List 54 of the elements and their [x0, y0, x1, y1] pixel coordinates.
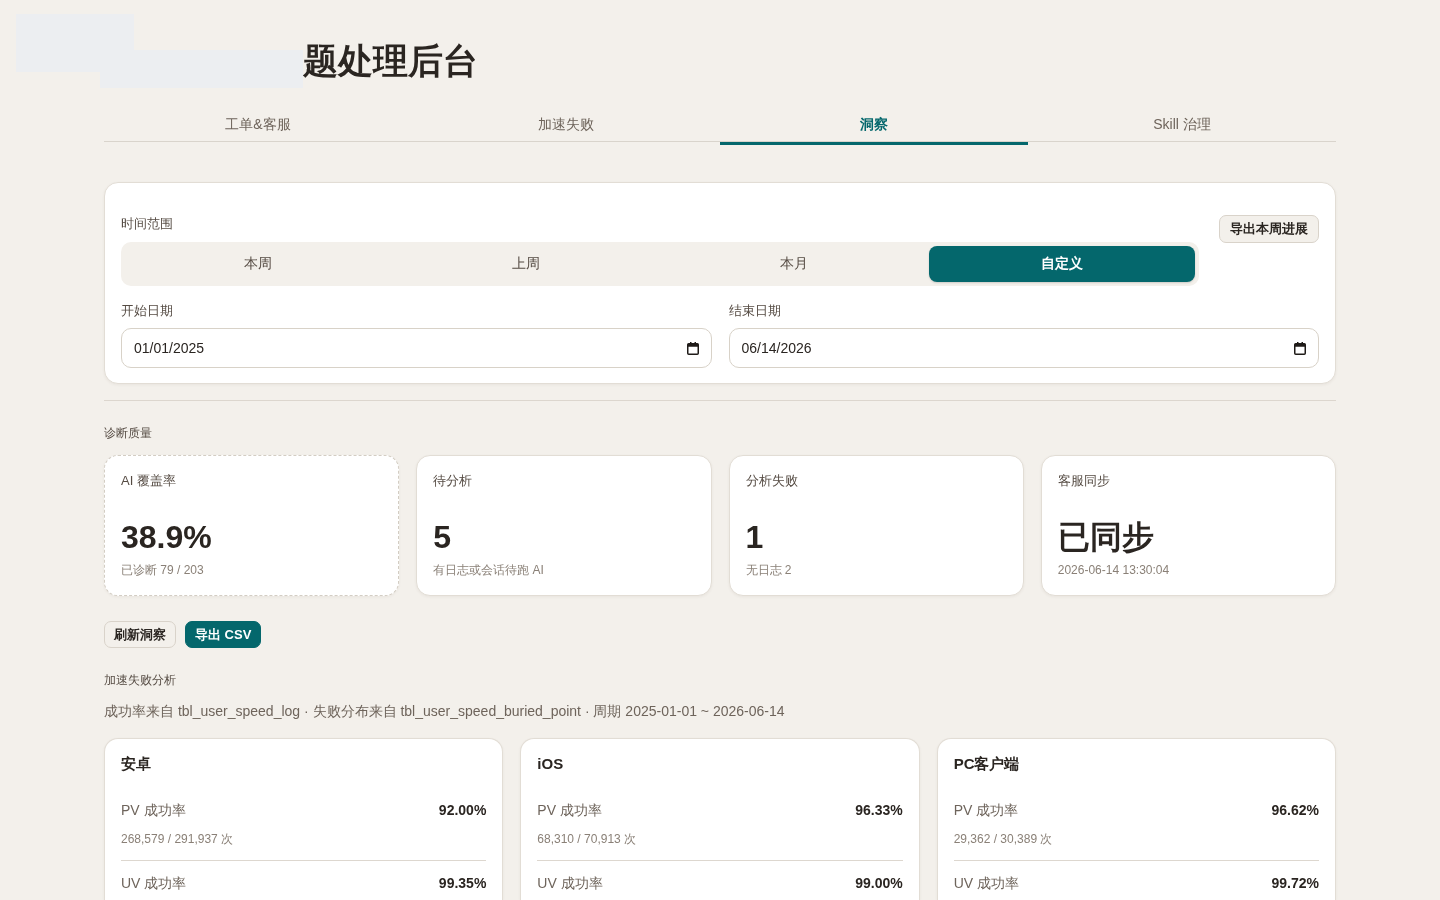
- date-value: 06/14/2026: [741, 340, 812, 356]
- range-option[interactable]: 自定义: [929, 246, 1195, 282]
- nav-tab[interactable]: 洞察: [720, 108, 1028, 145]
- section-heading: 诊断质量: [104, 425, 152, 441]
- metric-detail: 29,362 / 30,389 次: [953, 831, 1053, 848]
- metric-label: UV 成功率: [537, 874, 603, 893]
- metric-label: UV 成功率: [953, 874, 1019, 893]
- stat-label: 待分析: [433, 472, 473, 490]
- metric-value: 99.00%: [855, 874, 903, 893]
- stat-label: AI 覆盖率: [121, 472, 176, 490]
- stat-note: 无日志 2: [745, 562, 792, 579]
- metric-label: PV 成功率: [953, 801, 1019, 820]
- calendar-icon[interactable]: [686, 341, 699, 355]
- stat-value: 5: [433, 518, 452, 557]
- nav-tab[interactable]: Skill 治理: [1028, 108, 1336, 145]
- stat-label: 客服同步: [1057, 472, 1110, 490]
- source-description: 成功率来自 tbl_user_speed_log · 失败分布来自 tbl_user_speed_buried_point · 周期 2025-01-01 ~ 2026-06-14: [104, 702, 786, 721]
- nav-tab[interactable]: 工单&客服: [104, 108, 412, 145]
- range-option[interactable]: 本月: [661, 246, 927, 282]
- platform-name: iOS: [537, 754, 564, 774]
- stat-note: 有日志或会话待跑 AI: [433, 562, 544, 579]
- metric-value: 99.35%: [438, 874, 487, 893]
- stat-value: 已同步: [1057, 518, 1154, 557]
- stat-note: 2026-06-14 13:30:04: [1057, 562, 1170, 579]
- metric-value: 96.33%: [855, 801, 903, 820]
- range-option[interactable]: 上周: [393, 246, 659, 282]
- metric-label: PV 成功率: [537, 801, 602, 820]
- metric-label: PV 成功率: [121, 801, 186, 820]
- section-heading: 加速失败分析: [104, 672, 176, 688]
- metric-value: 99.72%: [1271, 874, 1319, 893]
- nav-tab[interactable]: 加速失败: [412, 108, 720, 145]
- end-date-field[interactable]: 06/14/2026: [728, 328, 1319, 368]
- start-date-field[interactable]: 01/01/2025: [121, 328, 712, 368]
- date-value: 01/01/2025: [134, 340, 205, 356]
- page-title: 题处理后台: [303, 40, 478, 82]
- metric-value: 92.00%: [438, 801, 487, 820]
- metric-detail: 268,579 / 291,937 次: [121, 831, 234, 848]
- metric-value: 96.62%: [1271, 801, 1319, 820]
- field-label: 结束日期: [728, 302, 781, 320]
- field-label: 开始日期: [121, 302, 173, 320]
- stat-value: 1: [745, 518, 764, 557]
- calendar-icon[interactable]: [1294, 341, 1306, 355]
- platform-name: 安卓: [121, 754, 151, 774]
- export-csv-button[interactable]: 导出 CSV: [185, 621, 262, 648]
- export-progress-button[interactable]: 导出本周进展: [1219, 215, 1319, 243]
- stat-note: 已诊断 79 / 203: [121, 562, 204, 579]
- field-label: 时间范围: [121, 215, 173, 233]
- metric-detail: 68,310 / 70,913 次: [537, 831, 637, 848]
- stat-label: 分析失败: [745, 472, 798, 490]
- refresh-button[interactable]: 刷新洞察: [104, 621, 176, 648]
- platform-name: PC客户端: [953, 754, 1020, 774]
- metric-label: UV 成功率: [121, 874, 187, 893]
- range-option[interactable]: 本周: [125, 246, 391, 282]
- stat-value: 38.9%: [121, 518, 212, 557]
